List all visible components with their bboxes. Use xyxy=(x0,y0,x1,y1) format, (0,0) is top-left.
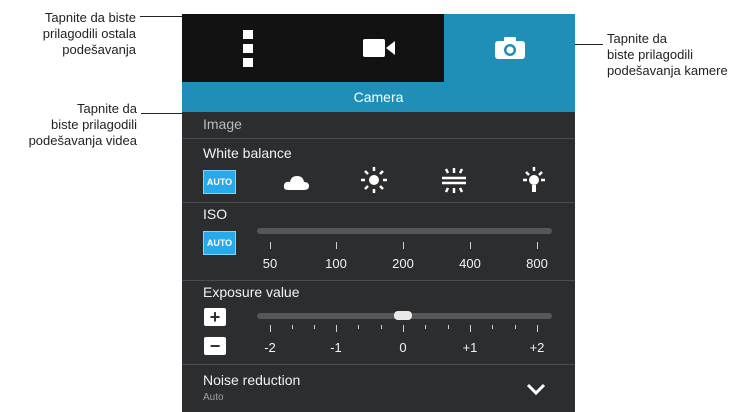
callout-camera-settings: Tapnite da biste prilagodili podešavanja… xyxy=(607,31,728,78)
exposure-title: Exposure value xyxy=(203,284,300,300)
tab-more-settings[interactable] xyxy=(182,14,313,82)
camera-icon xyxy=(494,37,525,59)
exposure-tick xyxy=(270,325,271,332)
exposure-tick-minor xyxy=(381,325,382,329)
iso-title: ISO xyxy=(203,206,228,222)
exposure-tick-minor xyxy=(515,325,516,329)
daylight-icon[interactable] xyxy=(360,166,388,194)
iso-tick-label: 400 xyxy=(459,256,481,271)
panel-header: Camera xyxy=(182,82,575,112)
iso-tick-label: 800 xyxy=(526,256,548,271)
tab-video[interactable] xyxy=(313,14,444,82)
noise-reduction-row[interactable]: Noise reduction Auto xyxy=(182,365,575,412)
exposure-tick-minor xyxy=(492,325,493,329)
exposure-tick-minor xyxy=(314,325,315,329)
exposure-tick xyxy=(537,325,538,332)
white-balance-auto-button[interactable]: AUTO xyxy=(203,170,236,194)
section-label-image: Image xyxy=(203,116,242,132)
divider xyxy=(182,138,575,139)
exposure-slider-thumb[interactable] xyxy=(394,311,412,320)
exposure-tick-minor xyxy=(358,325,359,329)
iso-tick xyxy=(270,242,271,249)
exposure-tick xyxy=(470,325,471,332)
callout-video-settings: Tapnite da biste prilagodili podešavanja… xyxy=(28,101,137,148)
exposure-tick-label: +1 xyxy=(462,340,478,355)
callout-other-settings: Tapnite da biste prilagodili ostala pode… xyxy=(42,10,136,57)
iso-tick xyxy=(537,242,538,249)
noise-reduction-title: Noise reduction xyxy=(203,372,301,388)
exposure-tick-minor xyxy=(425,325,426,329)
divider xyxy=(182,202,575,203)
video-camera-icon xyxy=(362,39,395,57)
exposure-tick-label: -1 xyxy=(330,340,342,355)
tab-camera[interactable] xyxy=(444,14,575,82)
exposure-decrease-button[interactable]: − xyxy=(204,337,226,355)
iso-tick-label: 200 xyxy=(392,256,414,271)
iso-tick xyxy=(470,242,471,249)
chevron-down-icon[interactable] xyxy=(526,383,546,395)
iso-auto-button[interactable]: AUTO xyxy=(203,231,236,255)
exposure-tick-minor xyxy=(292,325,293,329)
exposure-tick-label: -2 xyxy=(264,340,276,355)
exposure-tick xyxy=(336,325,337,332)
iso-tick xyxy=(336,242,337,249)
exposure-tick-label: 0 xyxy=(399,340,407,355)
iso-tick-label: 50 xyxy=(262,256,278,271)
fluorescent-icon[interactable] xyxy=(440,166,468,194)
exposure-tick-label: +2 xyxy=(529,340,545,355)
exposure-tick xyxy=(403,325,404,332)
exposure-increase-button[interactable]: + xyxy=(204,308,226,326)
more-settings-icon xyxy=(242,30,253,67)
camera-settings-panel: Camera Image White balance AUTO ISO AUTO… xyxy=(182,14,575,412)
settings-tabs xyxy=(182,14,575,82)
cloudy-icon[interactable] xyxy=(282,168,310,196)
iso-tick-label: 100 xyxy=(325,256,347,271)
iso-slider-track[interactable] xyxy=(257,228,552,234)
exposure-tick-minor xyxy=(448,325,449,329)
white-balance-title: White balance xyxy=(203,145,292,161)
noise-reduction-value: Auto xyxy=(203,392,224,403)
iso-tick xyxy=(403,242,404,249)
divider xyxy=(182,280,575,281)
incandescent-icon[interactable] xyxy=(520,166,548,194)
